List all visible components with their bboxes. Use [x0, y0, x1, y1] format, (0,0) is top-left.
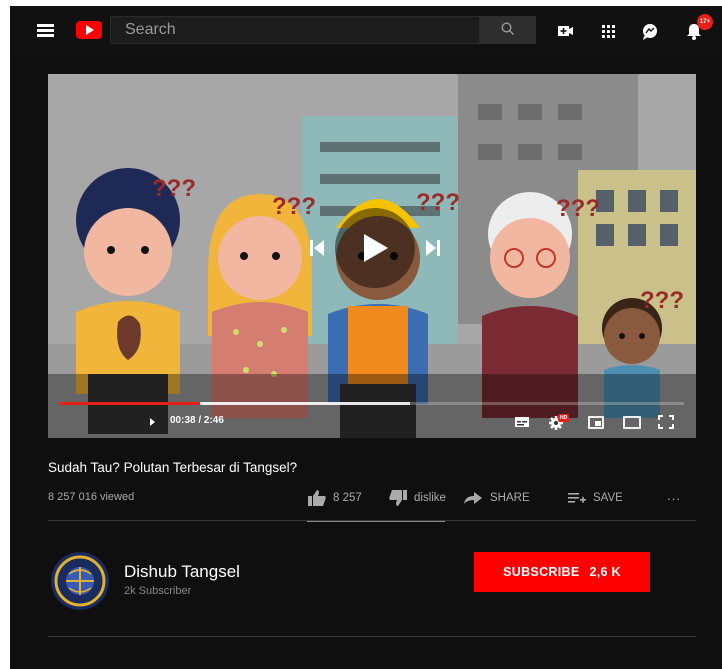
overlay-question-text: ??? — [640, 287, 684, 314]
thumbs-down-icon — [389, 490, 407, 506]
view-count: 8 257 016 viewed — [48, 491, 135, 503]
top-bar: Search 17+ — [10, 6, 722, 56]
video-frame: ??? ??? ??? ??? ??? — [48, 74, 696, 438]
notification-badge: 17+ — [697, 14, 713, 30]
overlay-question-text: ??? — [272, 193, 316, 220]
theater-mode-icon[interactable] — [622, 412, 642, 432]
youtube-app-frame: Search 17+ ??? ??? ??? ??? ??? 00:38 / 2… — [10, 6, 722, 669]
search-button[interactable] — [480, 16, 536, 44]
share-icon — [464, 492, 482, 504]
messages-icon[interactable] — [639, 20, 661, 42]
like-count: 8 257 — [333, 492, 362, 504]
play-button-small[interactable] — [150, 418, 155, 426]
save-button[interactable]: SAVE — [567, 486, 623, 510]
youtube-logo-icon[interactable] — [76, 21, 102, 39]
overlay-question-text: ??? — [152, 175, 196, 202]
create-video-icon[interactable] — [555, 20, 577, 42]
captions-icon[interactable] — [512, 412, 532, 432]
subscriber-count: 2k Subscriber — [124, 585, 192, 597]
hd-badge: HD — [558, 414, 570, 422]
video-player[interactable]: ??? ??? ??? ??? ??? 00:38 / 2:46 HD — [48, 74, 696, 438]
progress-bar[interactable] — [60, 402, 684, 405]
divider — [48, 636, 696, 637]
subscribe-count: 2,6 K — [589, 565, 621, 579]
subscribe-button[interactable]: SUBSCRIBE 2,6 K — [474, 552, 650, 592]
miniplayer-icon[interactable] — [586, 412, 606, 432]
apps-grid-icon[interactable] — [597, 20, 619, 42]
overlay-question-text: ??? — [556, 195, 600, 222]
more-options-icon[interactable]: ... — [667, 488, 681, 503]
time-display: 00:38 / 2:46 — [170, 415, 224, 426]
fullscreen-icon[interactable] — [656, 412, 676, 432]
subscribe-label: SUBSCRIBE — [503, 565, 580, 579]
divider — [48, 520, 696, 521]
save-label: SAVE — [593, 492, 623, 504]
dislike-button[interactable]: dislike — [388, 486, 446, 510]
share-button[interactable]: SHARE — [462, 486, 530, 510]
like-button[interactable]: 8 257 — [307, 486, 362, 510]
dishub-logo-icon — [52, 553, 108, 609]
menu-icon[interactable] — [37, 24, 54, 37]
progress-played — [60, 402, 200, 405]
dislike-label: dislike — [414, 492, 446, 504]
video-title: Sudah Tau? Polutan Terbesar di Tangsel? — [48, 460, 298, 475]
playlist-add-icon — [568, 493, 586, 503]
overlay-question-text: ??? — [416, 189, 460, 216]
search-input[interactable]: Search — [110, 16, 480, 44]
thumbs-up-icon — [308, 490, 326, 506]
search-icon — [501, 22, 514, 35]
channel-avatar[interactable] — [51, 552, 109, 610]
channel-name[interactable]: Dishub Tangsel — [124, 562, 240, 582]
share-label: SHARE — [490, 492, 530, 504]
